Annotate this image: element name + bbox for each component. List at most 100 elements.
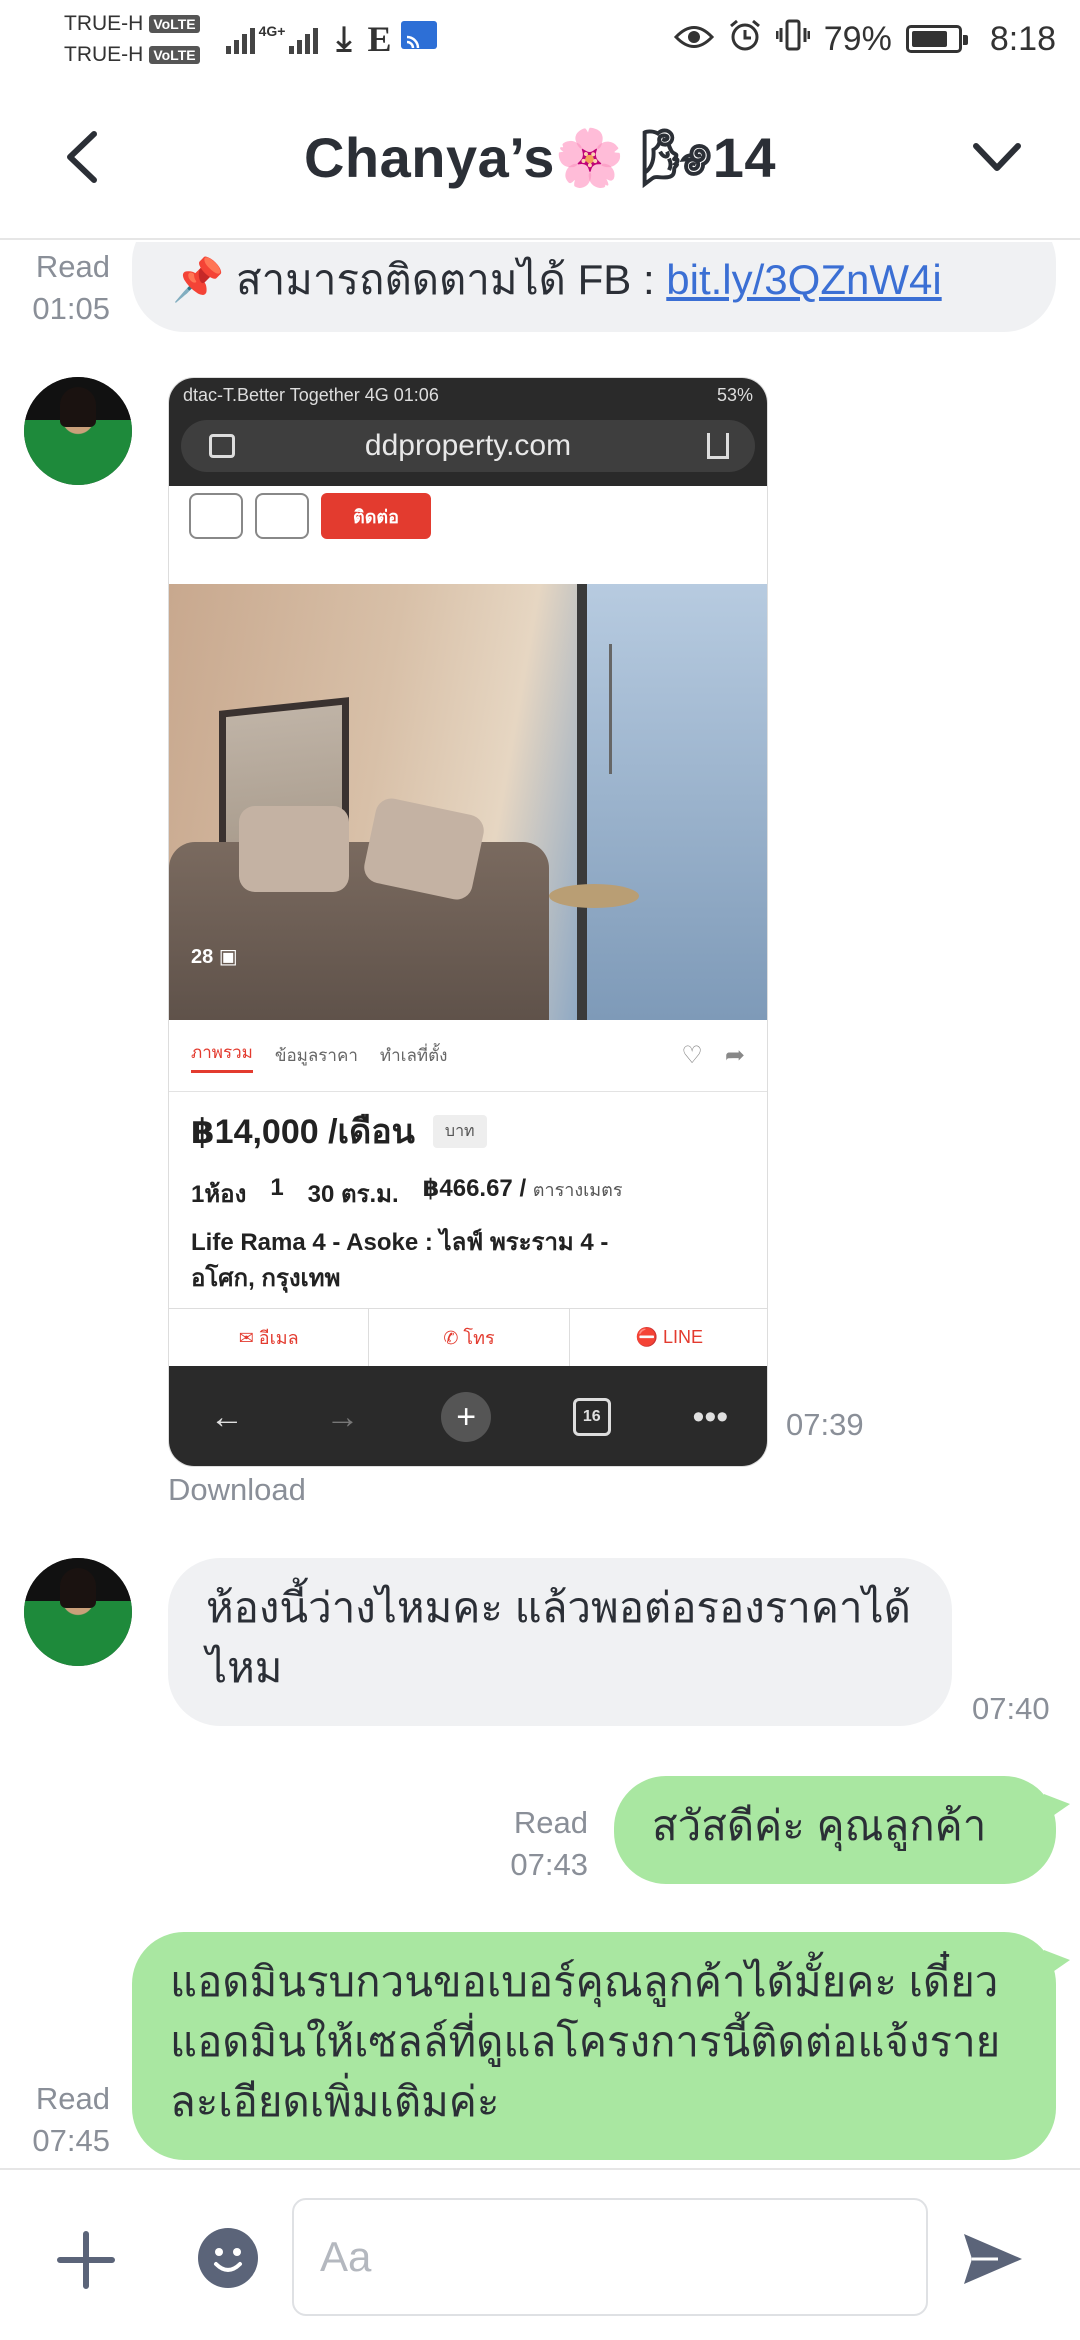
avatar[interactable] bbox=[24, 1558, 132, 1666]
img-project-line-1: Life Rama 4 - Asoke : ไลฟ์ พระราม 4 - bbox=[191, 1229, 609, 1256]
forward-arrow-icon: → bbox=[325, 1397, 360, 1436]
img-status-left: dtac-T.Better Together 4G 01:06 bbox=[183, 384, 439, 405]
battery-percent: 79% bbox=[823, 19, 892, 58]
img-contact-button: ติดต่อ bbox=[321, 493, 431, 539]
cast-icon bbox=[400, 20, 438, 59]
status-time: 8:18 bbox=[989, 19, 1056, 58]
img-project-line-2: อโศก, กรุงเทพ bbox=[191, 1265, 341, 1292]
img-url: ddproperty.com bbox=[364, 429, 572, 462]
img-action-row: ✉ อีเมล ✆ โทร ⛔ LINE bbox=[169, 1308, 767, 1366]
message-bubble[interactable]: ห้องนี้ว่างไหมคะ แล้วพอต่อรองราคาได้ไหม bbox=[168, 1558, 952, 1726]
img-action-call: ✆ โทร bbox=[369, 1309, 570, 1366]
translate-icon bbox=[209, 434, 235, 458]
img-specs-row: 1ห้อง 1 30 ตร.ม. ฿466.67 / ตารางเมตร bbox=[169, 1158, 767, 1213]
back-arrow-icon: ← bbox=[209, 1397, 244, 1436]
img-spec-area: 30 ตร.ม. bbox=[307, 1181, 399, 1208]
carrier-name-2: TRUE-H bbox=[64, 43, 144, 66]
read-status: Read bbox=[513, 1805, 588, 1840]
img-tabs: ภาพรวม ข้อมูลราคา ทำเลที่ตั้ง ♡ ➦ bbox=[169, 1020, 767, 1092]
message-time: 07:43 bbox=[510, 1847, 588, 1882]
carrier-row-1: TRUE-H VoLTE bbox=[64, 8, 200, 39]
share-icon bbox=[707, 433, 729, 459]
shared-image[interactable]: dtac-T.Better Together 4G 01:06 53% ddpr… bbox=[168, 377, 768, 1467]
img-action-line: ⛔ LINE bbox=[635, 1327, 704, 1347]
message-input[interactable] bbox=[292, 2198, 928, 2316]
message-time: 07:39 bbox=[786, 1407, 864, 1442]
message-bubble[interactable]: 📌 สามารถติดตามได้ FB : bit.ly/3QZnW4i bbox=[132, 242, 1056, 332]
message-text: 📌 สามารถติดตามได้ FB : bbox=[172, 256, 667, 303]
img-status-right: 53% bbox=[716, 384, 753, 405]
status-right: 79% 8:18 bbox=[673, 18, 1056, 61]
send-button[interactable] bbox=[958, 2224, 1028, 2294]
menu-toggle-button[interactable] bbox=[962, 122, 1032, 192]
network-type-label: 4G+ bbox=[258, 23, 286, 39]
read-status: Read bbox=[35, 249, 110, 284]
message-text: สวัสดีค่ะ คุณลูกค้า bbox=[652, 1802, 987, 1849]
heart-square-icon bbox=[255, 493, 309, 539]
data-type-label: E bbox=[367, 19, 392, 59]
img-spec-ppsqm: ฿466.67 / bbox=[422, 1175, 527, 1202]
img-url-bar: ddproperty.com bbox=[169, 412, 767, 486]
new-tab-icon: + bbox=[441, 1392, 492, 1442]
eye-icon bbox=[673, 20, 714, 59]
img-tab-location: ทำเลที่ตั้ง bbox=[379, 1046, 448, 1065]
message-time: 01:05 bbox=[32, 291, 110, 326]
img-price-row: ฿14,000 /เดือน บาท bbox=[169, 1092, 767, 1158]
img-price-tag: บาท bbox=[432, 1114, 487, 1148]
message-meta: Read 07:45 bbox=[22, 2078, 110, 2162]
img-spec-bath: 1 bbox=[270, 1174, 284, 1201]
plus-icon bbox=[57, 2231, 115, 2289]
img-tab-overview: ภาพรวม bbox=[191, 1039, 253, 1073]
message-meta: Read 01:05 bbox=[22, 246, 110, 330]
message-text: ห้องนี้ว่างไหมคะ แล้วพอต่อรองราคาได้ไหม bbox=[206, 1584, 911, 1691]
message-bubble[interactable]: สวัสดีค่ะ คุณลูกค้า bbox=[614, 1776, 1070, 1884]
battery-icon bbox=[905, 25, 968, 53]
img-price: ฿14,000 /เดือน bbox=[191, 1113, 415, 1151]
chat-area[interactable]: Read 01:05 📌 สามารถติดตามได้ FB : bit.ly… bbox=[0, 242, 1080, 2168]
heart-icon: ♡ bbox=[681, 1042, 703, 1069]
alarm-icon bbox=[728, 18, 762, 61]
img-url-box: ddproperty.com bbox=[181, 420, 755, 472]
carrier-name-1: TRUE-H bbox=[64, 12, 144, 35]
avatar[interactable] bbox=[24, 377, 132, 485]
vibrate-icon bbox=[775, 19, 811, 60]
volte-badge-1: VoLTE bbox=[149, 14, 200, 33]
volte-badge-2: VoLTE bbox=[149, 45, 200, 64]
img-action-email: ✉ อีเมล bbox=[169, 1309, 370, 1366]
signal-icon-2 bbox=[289, 24, 319, 54]
download-icon: ⤓ bbox=[336, 19, 352, 58]
sticker-button[interactable] bbox=[196, 2226, 260, 2290]
chat-title: Chanya’s🌸 🌬14 bbox=[303, 126, 777, 189]
photo-count: 28 bbox=[191, 946, 214, 968]
carrier-stack: TRUE-H VoLTE TRUE-H VoLTE bbox=[64, 8, 200, 70]
back-button[interactable] bbox=[54, 122, 114, 192]
img-toolbar: ติดต่อ bbox=[169, 486, 767, 546]
back-arrow-icon bbox=[67, 131, 97, 183]
img-tab-price: ข้อมูลราคา bbox=[274, 1046, 358, 1065]
message-bubble[interactable]: แอดมินรบกวนขอเบอร์คุณลูกค้าได้มั้ยคะ เดี… bbox=[132, 1932, 1070, 2160]
chat-header: Chanya’s🌸 🌬14 bbox=[0, 78, 1080, 240]
chevron-down-icon bbox=[973, 143, 1021, 171]
tab-count-icon: 16 bbox=[572, 1398, 611, 1436]
img-status-bar: dtac-T.Better Together 4G 01:06 53% bbox=[169, 378, 767, 412]
img-browser-nav: ← → + 16 ••• bbox=[169, 1366, 767, 1466]
message-time: 07:40 bbox=[972, 1691, 1050, 1726]
carrier-row-2: TRUE-H VoLTE bbox=[64, 39, 200, 70]
room-photo: 28 ▣ bbox=[169, 584, 767, 1020]
share-square-icon bbox=[189, 493, 243, 539]
signal-icon bbox=[225, 24, 255, 54]
send-icon bbox=[964, 2234, 1022, 2284]
smiley-icon bbox=[198, 2228, 258, 2288]
message-meta: Read 07:43 bbox=[500, 1802, 588, 1886]
message-link[interactable]: bit.ly/3QZnW4i bbox=[666, 256, 941, 303]
download-link[interactable]: Download bbox=[168, 1472, 306, 1508]
battery-fill bbox=[911, 31, 947, 47]
status-bar: TRUE-H VoLTE TRUE-H VoLTE 4G+ ⤓ E 79% 8:… bbox=[0, 0, 1080, 78]
message-time: 07:45 bbox=[32, 2123, 110, 2158]
share-arrow-icon: ➦ bbox=[724, 1042, 745, 1069]
message-text: แอดมินรบกวนขอเบอร์คุณลูกค้าได้มั้ยคะ เดี… bbox=[170, 1958, 1001, 2125]
photo-count-badge: 28 ▣ bbox=[191, 946, 238, 968]
add-attachment-button[interactable] bbox=[52, 2226, 120, 2294]
img-project-name: Life Rama 4 - Asoke : ไลฟ์ พระราม 4 - อโ… bbox=[169, 1213, 767, 1297]
more-icon: ••• bbox=[692, 1397, 729, 1436]
